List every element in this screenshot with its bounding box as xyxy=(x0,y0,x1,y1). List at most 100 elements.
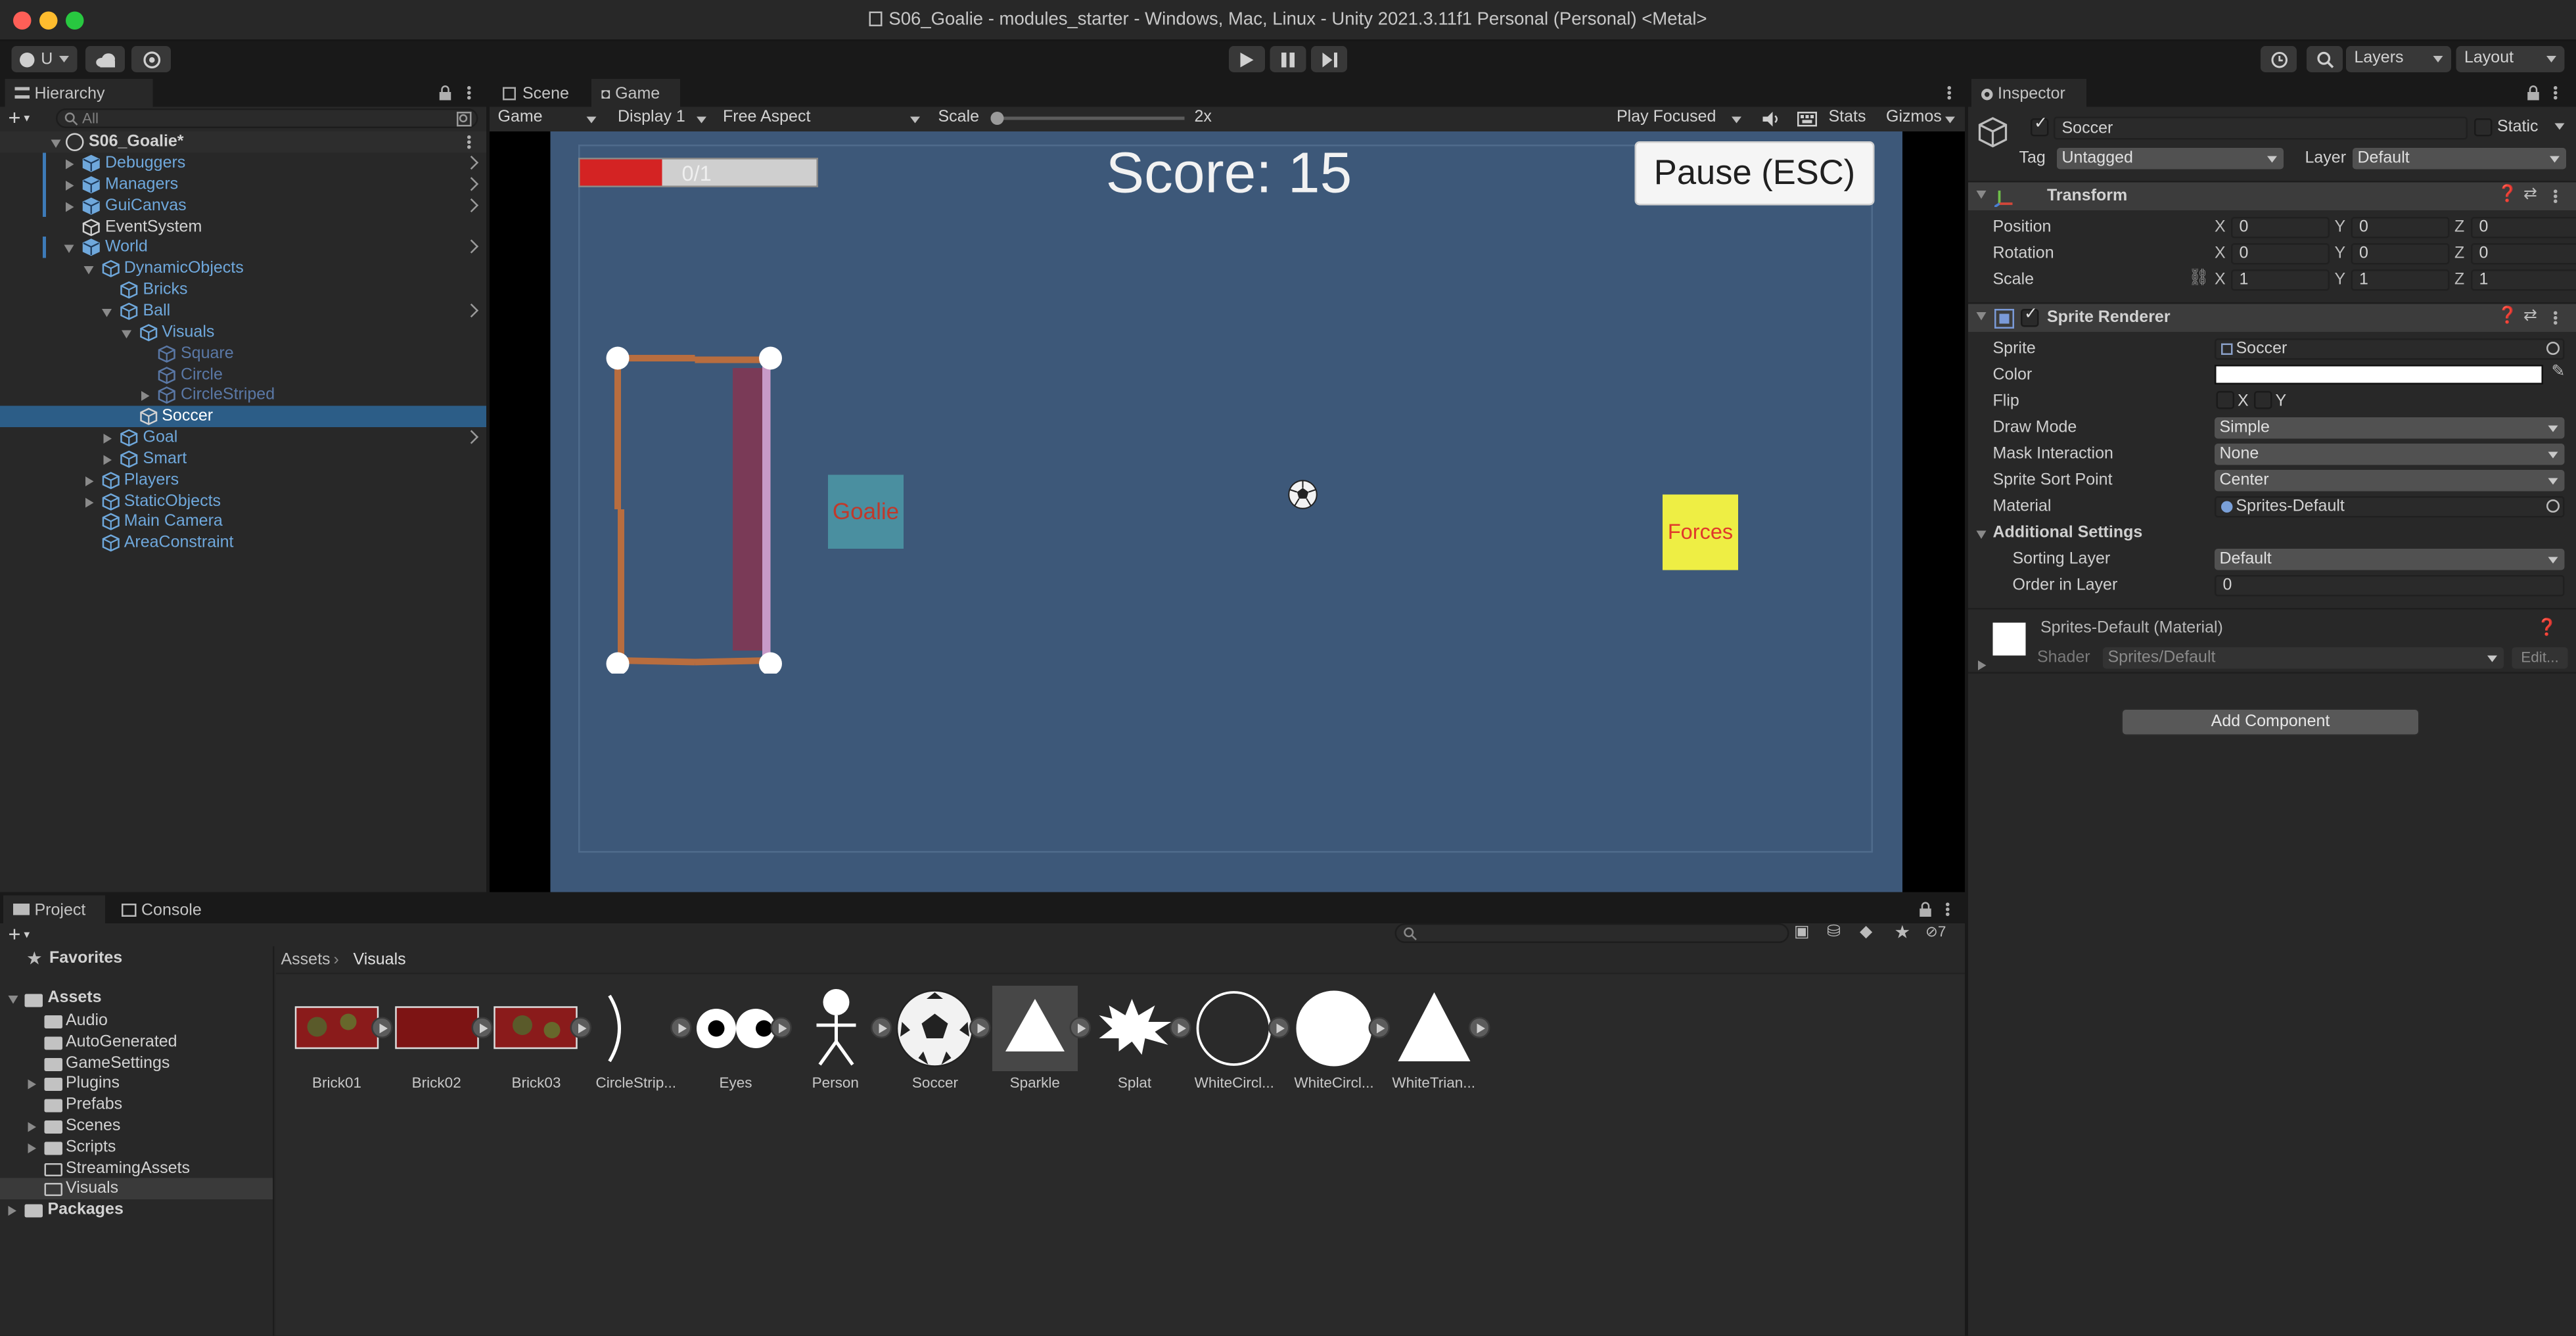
help-icon[interactable]: ❓ xyxy=(2497,186,2518,204)
lock-icon[interactable] xyxy=(1919,902,1932,917)
layout-dropdown[interactable]: Layout xyxy=(2456,46,2565,72)
help-icon[interactable]: ❓ xyxy=(2497,308,2518,326)
expand-arrow-icon[interactable] xyxy=(66,159,74,170)
assets-root-folder[interactable]: Assets xyxy=(48,989,102,1007)
cloud-button[interactable] xyxy=(85,46,125,72)
chevron-right-icon[interactable] xyxy=(464,240,479,254)
lock-icon[interactable] xyxy=(2527,85,2540,101)
project-folder-visuals[interactable]: Visuals xyxy=(0,1178,273,1200)
display-dropdown[interactable]: Display 1 xyxy=(610,107,715,130)
project-folder-plugins[interactable]: Plugins xyxy=(0,1073,273,1095)
expand-arrow-icon[interactable] xyxy=(66,180,74,191)
scale-slider-thumb[interactable] xyxy=(990,112,1004,125)
keyboard-icon[interactable] xyxy=(1797,112,1817,127)
sprite-renderer-header[interactable]: ✓ Sprite Renderer ❓ ⇄ xyxy=(1968,302,2576,332)
project-folder-prefabs[interactable]: Prefabs xyxy=(0,1094,273,1116)
transform-header[interactable]: Transform ❓ ⇄ xyxy=(1968,181,2576,210)
more-menu-icon[interactable] xyxy=(1945,902,1950,917)
material-field[interactable]: Sprites-Default xyxy=(2215,496,2565,518)
hierarchy-item-goal[interactable]: Goal xyxy=(0,427,486,449)
play-preview-icon[interactable] xyxy=(1168,1017,1191,1038)
object-picker-icon[interactable] xyxy=(2546,342,2560,355)
more-menu-icon[interactable] xyxy=(467,85,472,101)
collapse-arrow-icon[interactable] xyxy=(1976,530,1987,539)
order-in-layer-input[interactable]: 0 xyxy=(2215,575,2565,597)
asset-item-brick02[interactable]: Brick02 xyxy=(390,986,493,1101)
asset-item-brick01[interactable]: Brick01 xyxy=(291,986,393,1101)
project-folder-packages[interactable]: Packages xyxy=(0,1199,273,1221)
hierarchy-search-input[interactable]: All xyxy=(56,108,478,128)
chevron-right-icon[interactable] xyxy=(464,177,479,191)
more-menu-icon[interactable] xyxy=(467,135,472,150)
hierarchy-item-staticobjects[interactable]: StaticObjects xyxy=(0,490,486,512)
chevron-right-icon[interactable] xyxy=(464,303,479,317)
hierarchy-item-ball[interactable]: Ball xyxy=(0,300,486,322)
expand-arrow-icon[interactable] xyxy=(84,497,93,507)
additional-settings-foldout[interactable]: Additional Settings xyxy=(1993,524,2143,543)
play-preview-icon[interactable] xyxy=(1468,1017,1490,1038)
draw-mode-dropdown[interactable]: Simple xyxy=(2215,417,2565,439)
transform-rotation-y-input[interactable]: 0 xyxy=(2351,243,2450,265)
project-folder-scenes[interactable]: Scenes xyxy=(0,1116,273,1138)
favorites-label[interactable]: Favorites xyxy=(49,950,122,968)
play-preview-icon[interactable] xyxy=(1368,1017,1390,1038)
project-search-input[interactable] xyxy=(1394,923,1789,943)
transform-position-z-input[interactable]: 0 xyxy=(2471,217,2576,239)
step-button[interactable] xyxy=(1311,46,1347,72)
hierarchy-item-debuggers[interactable]: Debuggers xyxy=(0,152,486,174)
filter-by-label-icon[interactable]: ◆ xyxy=(1860,923,1872,942)
hierarchy-item-square[interactable]: Square xyxy=(0,343,486,365)
hierarchy-item-world[interactable]: World xyxy=(0,237,486,259)
expand-arrow-icon[interactable] xyxy=(28,1080,36,1090)
preset-icon[interactable]: ⇄ xyxy=(2523,186,2537,204)
account-button[interactable]: U xyxy=(11,46,78,72)
create-asset-button[interactable]: + ▾ xyxy=(9,923,45,946)
project-folder-scripts[interactable]: Scripts xyxy=(0,1136,273,1158)
hidden-packages-toggle[interactable]: ⊘7 xyxy=(1925,923,1946,942)
play-preview-icon[interactable] xyxy=(371,1017,393,1038)
tab-inspector[interactable]: Inspector xyxy=(1971,79,2086,107)
hierarchy-item-circlestriped[interactable]: CircleStriped xyxy=(0,385,486,407)
asset-item-splat[interactable]: Splat xyxy=(1088,986,1191,1101)
asset-item-person[interactable]: Person xyxy=(789,986,892,1101)
mask-interaction-dropdown[interactable]: None xyxy=(2215,444,2565,465)
transform-rotation-z-input[interactable]: 0 xyxy=(2471,243,2576,265)
chevron-right-icon[interactable] xyxy=(464,155,479,170)
project-folder-audio[interactable]: Audio xyxy=(0,1011,273,1032)
expand-arrow-icon[interactable] xyxy=(1978,660,1987,670)
history-button[interactable] xyxy=(2261,46,2297,72)
hierarchy-item-main-camera[interactable]: Main Camera xyxy=(0,512,486,534)
tag-dropdown[interactable]: Untagged xyxy=(2057,148,2284,170)
play-preview-icon[interactable] xyxy=(770,1017,792,1038)
more-menu-icon[interactable] xyxy=(2553,85,2558,101)
color-swatch[interactable] xyxy=(2215,365,2543,384)
project-folder-gamesettings[interactable]: GameSettings xyxy=(0,1052,273,1074)
asset-item-whitetrian[interactable]: WhiteTrian... xyxy=(1388,986,1490,1101)
object-picker-icon[interactable] xyxy=(2546,499,2560,513)
collapse-arrow-icon[interactable] xyxy=(120,329,131,338)
hierarchy-item-bricks[interactable]: Bricks xyxy=(0,279,486,301)
tab-hierarchy[interactable]: Hierarchy xyxy=(5,79,153,107)
sprite-sort-point-dropdown[interactable]: Center xyxy=(2215,470,2565,492)
hierarchy-item-eventsystem[interactable]: EventSystem xyxy=(0,216,486,238)
more-menu-icon[interactable] xyxy=(1946,85,1952,101)
asset-item-whitecircl[interactable]: WhiteCircl... xyxy=(1188,986,1291,1101)
active-checkbox[interactable]: ✓ xyxy=(2031,115,2049,137)
shader-dropdown[interactable]: Sprites/Default xyxy=(2103,647,2504,669)
favorite-icon[interactable]: ★ xyxy=(1895,922,1911,943)
game-canvas[interactable]: 0/1 Score: 15 Pause (ESC) Goalie Forces xyxy=(490,131,1965,892)
hierarchy-item-soccer[interactable]: Soccer xyxy=(0,405,486,428)
play-mode-dropdown[interactable]: Play Focused xyxy=(1609,107,1750,130)
transform-position-x-input[interactable]: 0 xyxy=(2231,217,2330,239)
asset-item-brick03[interactable]: Brick03 xyxy=(490,986,592,1101)
pause-button[interactable] xyxy=(1270,46,1306,72)
search-by-type-icon[interactable]: ▣ xyxy=(1794,923,1810,942)
tab-scene[interactable]: Scene xyxy=(493,79,591,107)
filter-by-type-icon[interactable]: ⛁ xyxy=(1827,923,1841,942)
transform-scale-z-input[interactable]: 1 xyxy=(2471,269,2576,291)
play-preview-icon[interactable] xyxy=(869,1017,892,1038)
expand-arrow-icon[interactable] xyxy=(66,201,74,212)
expand-arrow-icon[interactable] xyxy=(103,434,112,444)
hierarchy-item-circle[interactable]: Circle xyxy=(0,364,486,386)
transform-scale-y-input[interactable]: 1 xyxy=(2351,269,2450,291)
